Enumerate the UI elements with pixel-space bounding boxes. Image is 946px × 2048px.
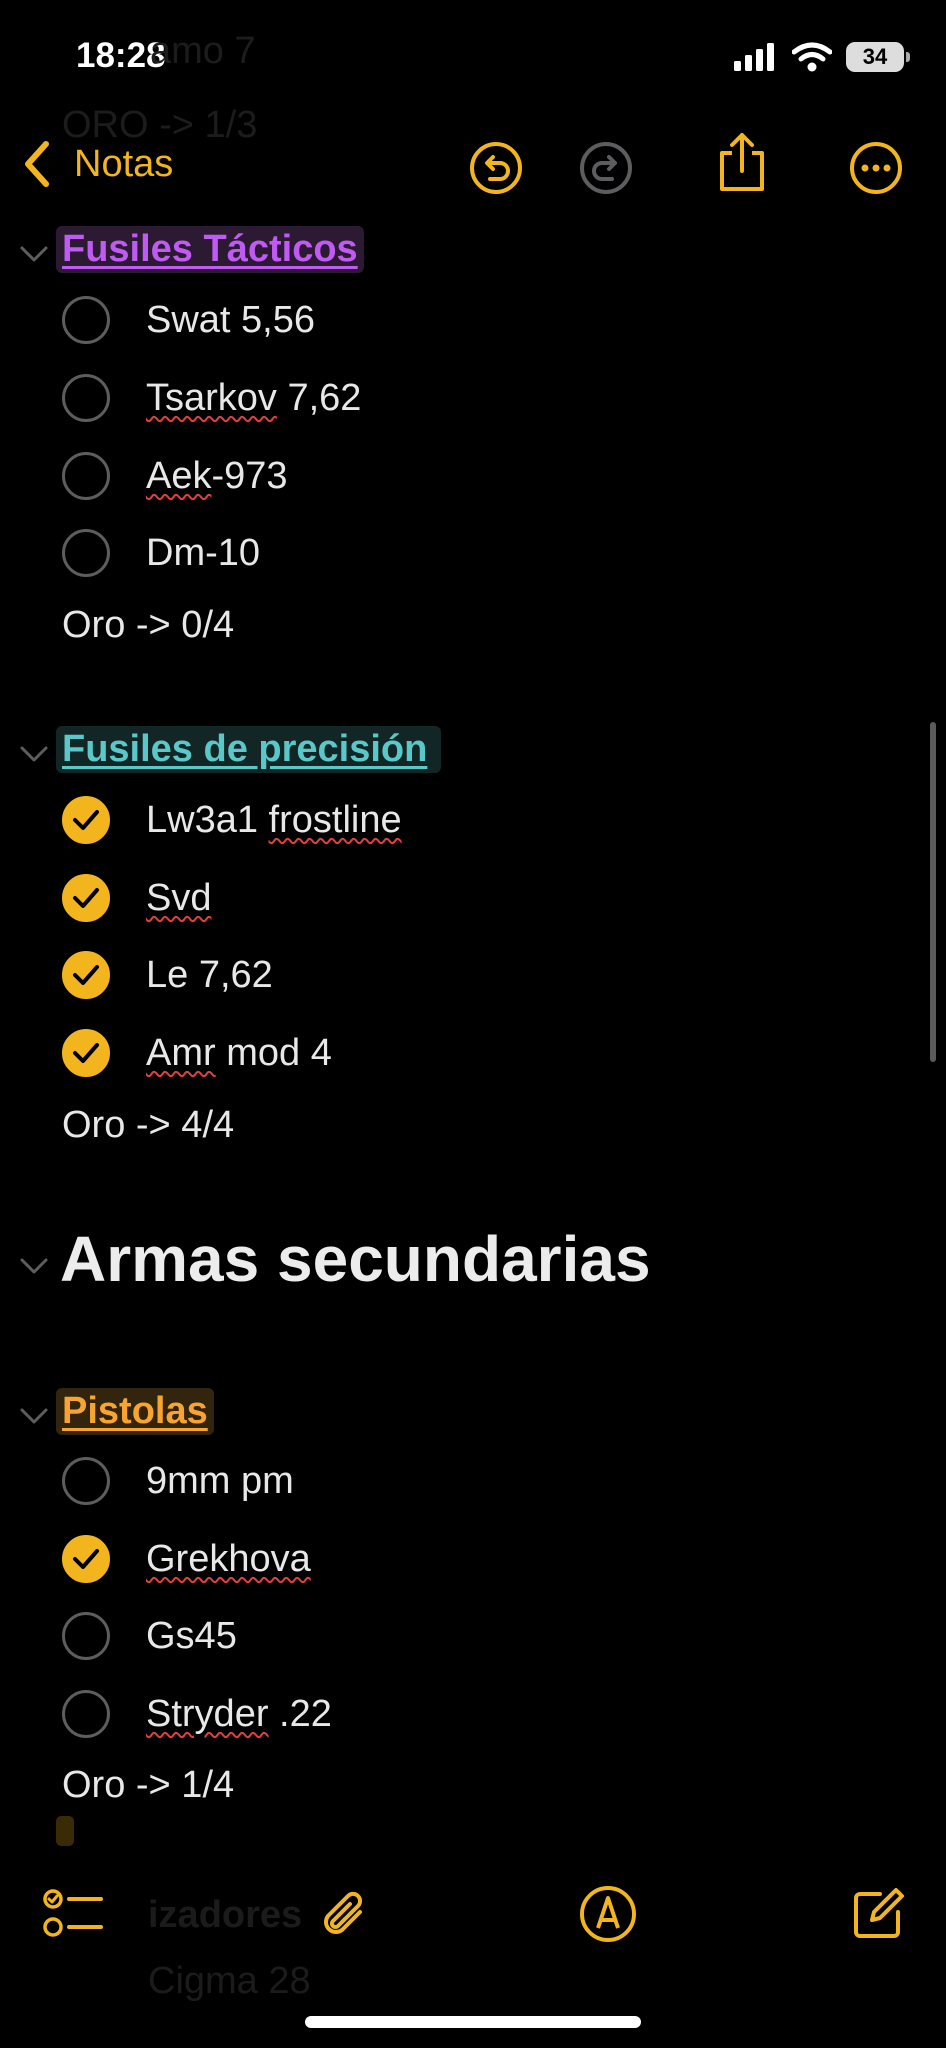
checklist-item: Swat 5,56	[62, 290, 315, 350]
item-text[interactable]: Dm-10	[146, 532, 260, 575]
markup-button[interactable]	[576, 1882, 640, 1946]
scrollbar[interactable]	[930, 722, 936, 1062]
collapse-chevron-icon[interactable]	[18, 738, 50, 770]
checkmark-icon	[73, 810, 99, 830]
item-text[interactable]: Aek-973	[146, 455, 288, 498]
ghost-heading-bottom: izadores	[148, 1894, 303, 1936]
checkbox[interactable]	[62, 296, 110, 344]
collapse-chevron-icon[interactable]	[18, 1250, 50, 1282]
checklist-item: Tsarkov 7,62	[62, 368, 361, 428]
item-text[interactable]: Swat 5,56	[146, 299, 315, 342]
redo-button[interactable]	[578, 140, 634, 196]
checkbox[interactable]	[62, 529, 110, 577]
item-text[interactable]: Gs45	[146, 1615, 237, 1658]
item-text[interactable]: Grekhova	[146, 1538, 311, 1581]
checklist-item: 9mm pm	[62, 1451, 294, 1511]
checkbox[interactable]	[62, 1612, 110, 1660]
item-text[interactable]: Amr mod 4	[146, 1032, 332, 1075]
checklist-item: Aek-973	[62, 446, 288, 506]
checkmark-icon	[73, 888, 99, 908]
ghost-text-bottom: Cigma 28	[148, 1960, 311, 2002]
wifi-icon	[792, 42, 832, 72]
checklist-item: Stryder .22	[62, 1684, 332, 1744]
summary-text[interactable]: Oro -> 4/4	[62, 1104, 234, 1147]
checkbox-checked[interactable]	[62, 796, 110, 844]
checkmark-icon	[73, 1549, 99, 1569]
checkbox[interactable]	[62, 1457, 110, 1505]
status-icons: 34	[734, 42, 910, 72]
markup-pen-icon	[580, 1886, 636, 1942]
item-text[interactable]: 9mm pm	[146, 1460, 294, 1503]
section-heading-fusiles-tacticos[interactable]: Fusiles Tácticos	[56, 226, 364, 273]
checklist-icon	[43, 1889, 103, 1937]
battery-icon: 34	[846, 42, 910, 72]
more-button[interactable]	[848, 140, 904, 196]
compose-button[interactable]	[846, 1882, 910, 1946]
checklist-item: Svd	[62, 868, 211, 928]
back-button[interactable]: Notas	[20, 140, 173, 188]
attachment-button[interactable]	[312, 1882, 376, 1946]
checklist-item: Dm-10	[62, 523, 260, 583]
checkbox-checked[interactable]	[62, 951, 110, 999]
collapse-chevron-icon[interactable]	[18, 1400, 50, 1432]
paperclip-icon	[324, 1891, 363, 1934]
item-text[interactable]: Stryder .22	[146, 1693, 332, 1736]
checkbox[interactable]	[62, 452, 110, 500]
checklist-button[interactable]	[42, 1882, 106, 1946]
summary-text[interactable]: Oro -> 1/4	[62, 1764, 234, 1807]
text-cursor	[56, 1816, 74, 1846]
item-text[interactable]: Lw3a1 frostline	[146, 799, 402, 842]
section-heading-pistolas[interactable]: Pistolas	[56, 1388, 214, 1435]
compose-icon	[854, 1888, 904, 1938]
summary-text[interactable]: Oro -> 0/4	[62, 604, 234, 647]
item-text[interactable]: Le 7,62	[146, 954, 273, 997]
share-button[interactable]	[714, 133, 770, 191]
checkbox[interactable]	[62, 1690, 110, 1738]
back-label: Notas	[74, 142, 174, 185]
checklist-item: Le 7,62	[62, 945, 273, 1005]
checkmark-icon	[73, 965, 99, 985]
checkmark-icon	[73, 1043, 99, 1063]
checkbox-checked[interactable]	[62, 1029, 110, 1077]
item-text[interactable]: Svd	[146, 877, 211, 920]
checklist-item: Gs45	[62, 1606, 237, 1666]
redo-icon	[580, 142, 632, 194]
checklist-item: Lw3a1 frostline	[62, 790, 402, 850]
item-text[interactable]: Tsarkov 7,62	[146, 377, 361, 420]
checkbox-checked[interactable]	[62, 1535, 110, 1583]
heading-armas-secundarias[interactable]: Armas secundarias	[60, 1222, 651, 1296]
checklist-item: Grekhova	[62, 1529, 311, 1589]
checkbox-checked[interactable]	[62, 874, 110, 922]
home-indicator[interactable]	[305, 2016, 641, 2028]
section-heading-fusiles-precision[interactable]: Fusiles de precisión	[56, 726, 442, 773]
checklist-item: Amr mod 4	[62, 1023, 332, 1083]
chevron-left-icon	[25, 141, 49, 187]
undo-button[interactable]	[468, 140, 524, 196]
cellular-signal-icon	[734, 43, 774, 71]
checkbox[interactable]	[62, 374, 110, 422]
undo-icon	[470, 142, 522, 194]
ghost-text-top: amo 7	[150, 30, 256, 72]
collapse-chevron-icon[interactable]	[18, 238, 50, 270]
share-icon	[720, 133, 764, 191]
more-icon	[850, 142, 902, 194]
